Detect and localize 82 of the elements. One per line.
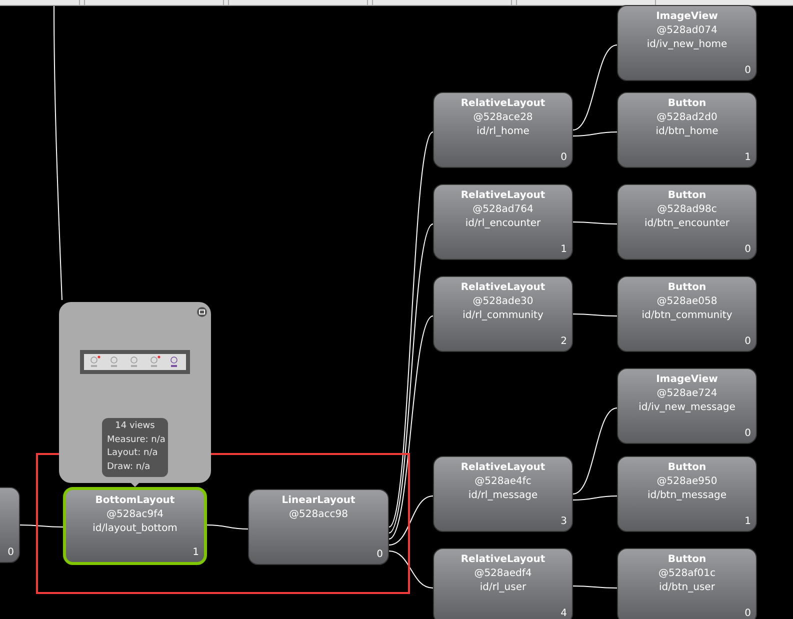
node-id: id/rl_community: [462, 309, 544, 323]
connector-line: [206, 524, 248, 530]
connector-line: [572, 586, 618, 588]
node-class-name: RelativeLayout: [460, 281, 546, 295]
node-index: 1: [744, 151, 751, 165]
node-class-name: Button: [668, 281, 706, 295]
node-id: id/rl_message: [468, 489, 538, 503]
node-address: @528aedf4: [474, 567, 532, 581]
node-class-name: LinearLayout: [282, 494, 356, 508]
node-class-name: Button: [668, 553, 706, 567]
view-node[interactable]: RelativeLayout @528ad764 id/rl_encounter 1: [433, 184, 573, 260]
node-index: 4: [560, 607, 567, 619]
node-index: 0: [744, 64, 751, 78]
node-address: @528ad074: [656, 24, 718, 38]
view-node[interactable]: ImageView @528ae724 id/iv_new_message 0: [617, 368, 757, 444]
node-class-name: Button: [668, 189, 706, 203]
node-address: @528ae724: [656, 387, 718, 401]
restore-icon[interactable]: [197, 307, 207, 317]
node-class-name: RelativeLayout: [460, 553, 546, 567]
node-address: @528ad764: [472, 203, 534, 217]
node-index: 0: [8, 546, 14, 560]
view-node[interactable]: ImageView @528ad074 id/iv_new_home 0: [617, 5, 757, 81]
node-id: id/btn_user: [659, 581, 715, 595]
node-address: @528af01c: [658, 567, 716, 581]
view-node[interactable]: Button @528ad2d0 id/btn_home 1: [617, 92, 757, 168]
node-index: 2: [560, 335, 567, 349]
view-node[interactable]: Button @528ae950 id/btn_message 1: [617, 456, 757, 532]
node-index: 0: [744, 335, 751, 349]
stats-line: 14 views: [114, 420, 156, 433]
node-index: 3: [560, 515, 567, 529]
connector-line: [388, 550, 434, 588]
node-address: @528ad98c: [657, 203, 717, 217]
view-node[interactable]: BottomLayout @528ac9f4 id/layout_bottom 1: [63, 487, 207, 565]
node-id: id/btn_encounter: [644, 217, 730, 231]
node-address: @528ae950: [656, 475, 718, 489]
view-node[interactable]: RelativeLayout @528aedf4 id/rl_user 4: [433, 548, 573, 619]
node-index: 1: [744, 515, 751, 529]
view-node[interactable]: LinearLayout @528acc98 0: [248, 489, 389, 565]
stats-line: Draw: n/a: [107, 460, 152, 474]
node-index: 0: [560, 151, 567, 165]
node-class-name: Button: [668, 97, 706, 111]
view-node[interactable]: Button @528ae058 id/btn_community 0: [617, 276, 757, 352]
node-class-name: Button: [668, 461, 706, 475]
view-node[interactable]: 0: [0, 487, 20, 563]
connector-line: [572, 314, 618, 316]
view-node[interactable]: RelativeLayout @528ade30 id/rl_community 2: [433, 276, 573, 352]
node-address: @528ae058: [656, 295, 718, 309]
node-index: 0: [376, 548, 383, 562]
node-index: 0: [744, 243, 751, 257]
view-node[interactable]: Button @528ad98c id/btn_encounter 0: [617, 184, 757, 260]
view-node[interactable]: RelativeLayout @528ae4fc id/rl_message 3: [433, 456, 573, 532]
node-id: id/rl_user: [480, 581, 526, 595]
node-index: 1: [192, 546, 199, 560]
node-id: id/layout_bottom: [92, 522, 178, 536]
node-class-name: BottomLayout: [95, 494, 175, 508]
node-address: @528ad2d0: [656, 111, 718, 125]
node-address: @528ae4fc: [474, 475, 532, 489]
node-index: 1: [560, 243, 567, 257]
node-address: @528ace28: [473, 111, 533, 125]
node-id: id/btn_community: [642, 309, 732, 323]
node-address: @528acc98: [289, 508, 348, 522]
node-index: 0: [744, 607, 751, 619]
node-id: id/btn_home: [656, 125, 718, 139]
view-node[interactable]: Button @528af01c id/btn_user 0: [617, 548, 757, 619]
node-class-name: RelativeLayout: [460, 189, 546, 203]
node-class-name: RelativeLayout: [460, 97, 546, 111]
node-id: id/iv_new_home: [646, 38, 728, 52]
stats-line: Measure: n/a: [107, 434, 163, 446]
node-class-name: RelativeLayout: [460, 461, 546, 475]
node-address: @528ade30: [472, 295, 534, 309]
node-id: id/rl_home: [476, 125, 530, 139]
connector-line: [572, 222, 618, 224]
node-class-name: ImageView: [656, 373, 718, 387]
node-address: @528ac9f4: [106, 508, 164, 522]
node-id: id/rl_encounter: [465, 217, 541, 231]
node-id: id/btn_message: [647, 489, 727, 503]
node-id: id/iv_new_message: [638, 401, 736, 415]
view-node[interactable]: RelativeLayout @528ace28 id/rl_home 0: [433, 92, 573, 168]
node-index: 0: [744, 427, 751, 441]
stats-line: Layout: n/a: [107, 447, 159, 460]
node-class-name: ImageView: [656, 10, 718, 24]
connector-line: [20, 524, 64, 528]
